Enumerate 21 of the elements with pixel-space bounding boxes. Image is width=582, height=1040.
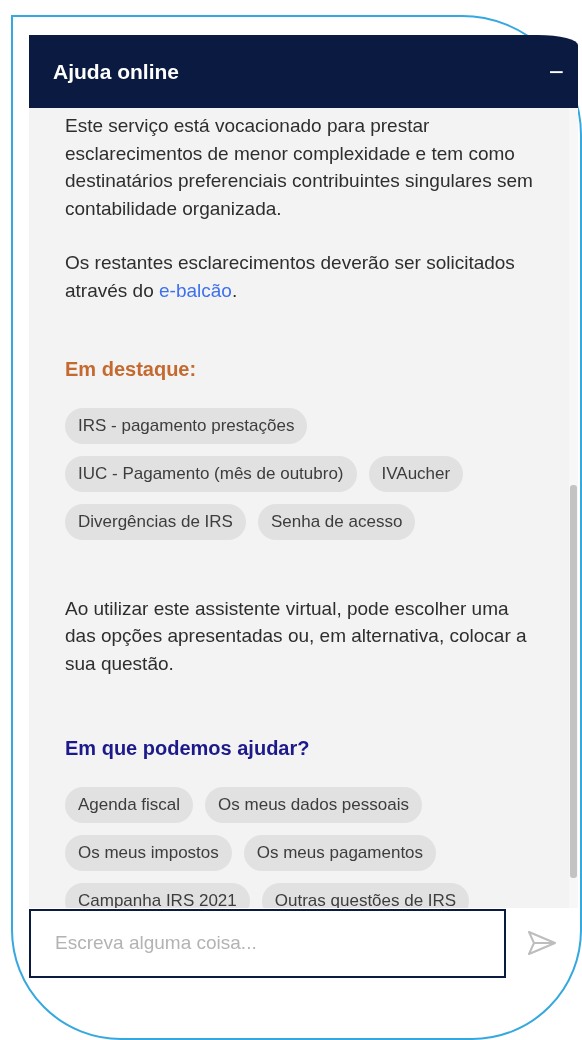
scrollbar-thumb[interactable] — [570, 485, 577, 878]
send-icon — [527, 930, 557, 956]
intro-text: Este serviço está vocacionado para prestar esclarecimentos de menor complexidade e tem como destinatários preferenciais contribuintes singulares sem contabilidade organizada. — [65, 114, 534, 221]
send-button[interactable] — [527, 930, 557, 956]
referral-text: Os restantes esclarecimentos deverão ser solicitados através do e-balcão. — [65, 251, 516, 303]
suggestion-chip[interactable]: Os meus impostos — [65, 834, 232, 871]
suggestion-chip[interactable]: Os meus dados pessoais — [205, 786, 422, 823]
suggestion-chip[interactable]: IUC - Pagamento (mês de outubro) — [65, 455, 357, 492]
suggestion-chip[interactable]: Divergências de IRS — [65, 503, 246, 540]
message-input[interactable]: Escreva alguma coisa... — [29, 908, 506, 978]
minimize-button[interactable]: − — [548, 58, 564, 85]
chat-title: Ajuda online — [53, 59, 179, 84]
suggestion-chip[interactable]: IRS - pagamento prestações — [65, 407, 308, 444]
suggestion-chip[interactable]: Os meus pagamentos — [243, 834, 437, 871]
section-heading: Em que podemos ajudar? — [65, 736, 311, 761]
info-text: Ao utilizar este assistente virtual, pode escolher uma das opções apresentadas ou, em alternativa, colocar a sua questão. — [65, 596, 528, 676]
suggestion-chip[interactable]: IVAucher — [368, 455, 464, 492]
section-heading: Em destaque: — [65, 357, 198, 382]
e-balcao-link[interactable]: e-balcão — [159, 279, 232, 301]
suggestion-chip[interactable]: Senha de acesso — [257, 503, 416, 540]
suggestion-chip[interactable]: Agenda fiscal — [65, 786, 194, 823]
